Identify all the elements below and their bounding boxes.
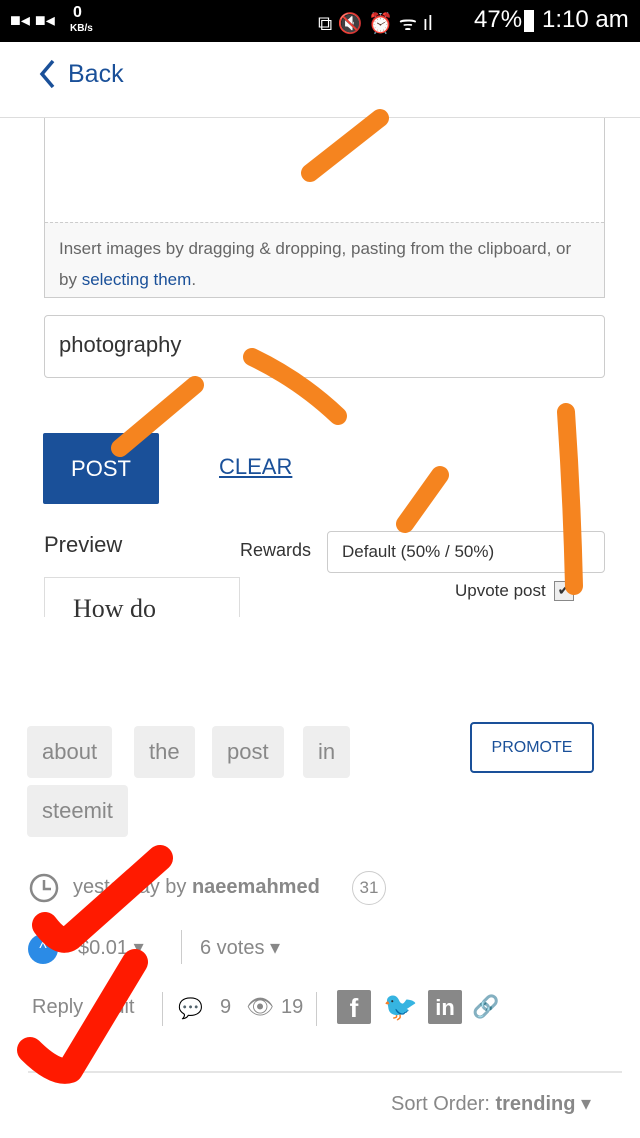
payout-dropdown[interactable]: $0.01 ▾ — [78, 935, 144, 960]
upvote-post-option[interactable]: Upvote post ✔ — [455, 581, 574, 601]
select-images-link[interactable]: selecting them — [82, 270, 192, 289]
back-label: Back — [68, 59, 124, 88]
upvote-checkbox[interactable]: ✔ — [553, 581, 574, 601]
sort-value: trending — [495, 1093, 576, 1115]
promote-button[interactable]: PROMOTE — [470, 722, 594, 773]
linkedin-icon[interactable]: in — [428, 990, 462, 1024]
post-time: yesterday — [73, 876, 160, 898]
battery-level: 47% — [474, 6, 523, 33]
system-icons: ⧉ 🔇 ⏰ ᯤ ıl — [318, 13, 433, 35]
rewards-select[interactable]: Default (50% / 50%) — [327, 531, 605, 573]
upvote-button[interactable]: ^ — [28, 934, 58, 964]
post-body-editor[interactable]: Insert images by dragging & dropping, pa… — [44, 118, 605, 298]
tag[interactable]: post — [212, 726, 284, 778]
twitter-icon[interactable]: 🐦 — [383, 990, 418, 1023]
preview-heading: Preview — [44, 532, 123, 557]
rewards-label: Rewards — [240, 540, 312, 560]
author-link[interactable]: naeemahmed — [192, 876, 320, 898]
eye-icon: 👁 — [246, 994, 274, 1019]
status-bar: ■◂ ■◂ 0 KB/s ⧉ 🔇 ⏰ ᯤ ıl 47% 1:10 am — [0, 0, 640, 42]
network-unit: KB/s — [70, 23, 93, 34]
tag[interactable]: the — [134, 726, 195, 778]
orange-mark — [396, 466, 449, 533]
clear-button[interactable]: CLEAR — [219, 454, 292, 480]
network-speed: 0 — [73, 4, 82, 21]
clock-icon — [29, 873, 59, 903]
tag[interactable]: in — [303, 726, 351, 778]
sort-order[interactable]: Sort Order: trending ▾ — [391, 1091, 591, 1116]
image-upload-hint: Insert images by dragging & dropping, pa… — [45, 222, 604, 297]
clock: 1:10 am — [542, 6, 629, 33]
link-icon[interactable]: 🔗 — [472, 994, 499, 1020]
reply-link[interactable]: Reply — [32, 996, 83, 1019]
nav-bar: Back — [0, 42, 640, 118]
chevron-left-icon — [39, 59, 55, 89]
preview-box: How do — [44, 577, 240, 617]
edit-link[interactable]: Edit — [100, 996, 134, 1019]
reputation-badge: 31 — [352, 871, 386, 905]
tags-input[interactable]: photography — [44, 315, 605, 378]
votes-dropdown[interactable]: 6 votes ▾ — [200, 935, 280, 960]
camera-icons: ■◂ ■◂ — [10, 10, 55, 30]
post-button[interactable]: POST — [43, 433, 159, 504]
view-count: 19 — [281, 996, 304, 1018]
tag[interactable]: steemit — [27, 785, 128, 837]
comment-count[interactable]: 9 — [220, 996, 231, 1019]
comments-icon: 💬 — [178, 998, 203, 1020]
facebook-icon[interactable]: f — [337, 990, 371, 1024]
back-button[interactable]: Back — [38, 58, 124, 90]
battery-icon — [524, 10, 534, 32]
divider — [28, 1071, 622, 1073]
tag[interactable]: about — [27, 726, 113, 778]
post-meta: yesterday by naeemahmed — [73, 876, 320, 898]
